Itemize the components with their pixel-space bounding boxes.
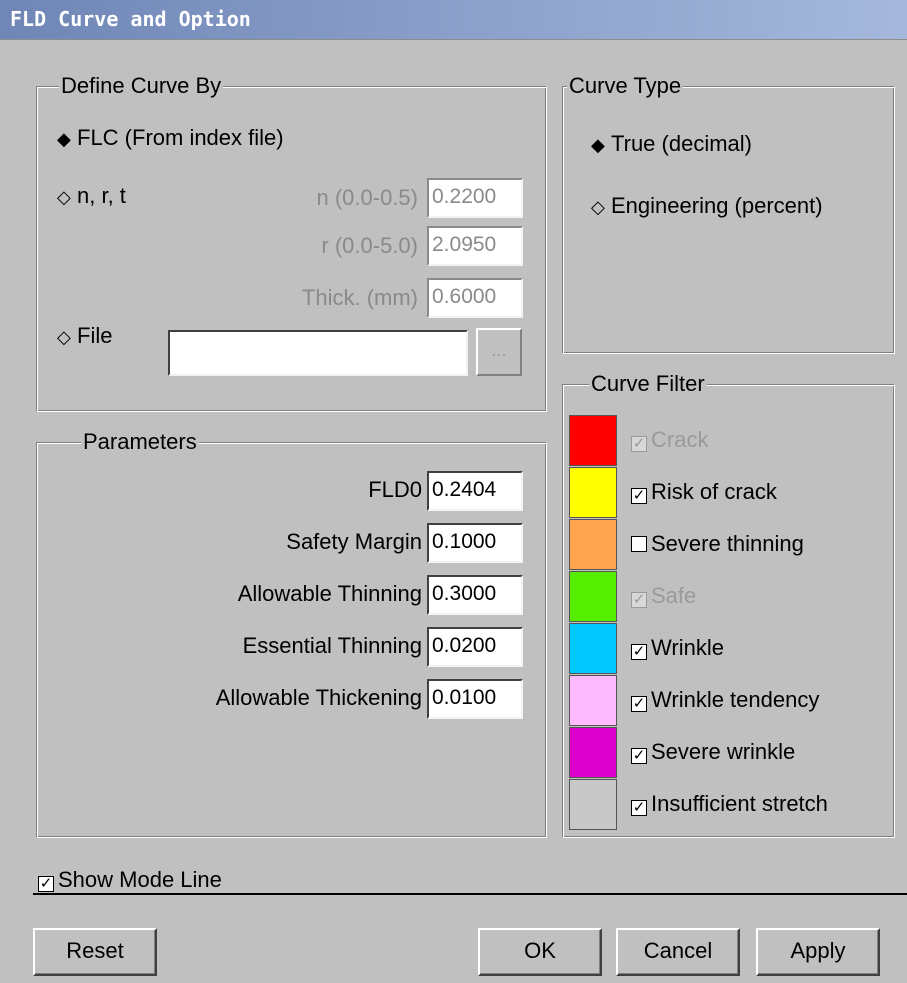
param-label: Allowable Thickening	[215, 685, 422, 710]
color-swatch-insufficient-stretch	[569, 779, 617, 830]
essential-thinning-input[interactable]: 0.0200	[427, 627, 523, 667]
title-bar: FLD Curve and Option	[0, 0, 907, 40]
define-curve-legend: Define Curve By	[59, 72, 224, 100]
filter-label: Risk of crack	[651, 479, 777, 504]
curve-type-legend: Curve Type	[567, 72, 684, 100]
allowable-thickening-input[interactable]: 0.0100	[427, 679, 523, 719]
radio-file-label: File	[77, 323, 113, 348]
ok-button[interactable]: OK	[478, 928, 602, 976]
apply-button[interactable]: Apply	[756, 928, 880, 976]
show-mode-line-checkbox[interactable]: ✓ Show Mode Line	[38, 866, 222, 894]
filter-checkbox-severe-wrinkle[interactable]: ✓ Severe wrinkle	[631, 737, 795, 767]
checkbox-checked-icon: ✓	[38, 875, 54, 892]
param-label: Essential Thinning	[242, 633, 422, 658]
color-swatch-severe-wrinkle	[569, 727, 617, 778]
checkbox-checked-icon: ✓	[631, 695, 647, 712]
radio-unselected-icon: ◇	[591, 197, 605, 217]
color-swatch-wrinkle	[569, 623, 617, 674]
checkbox-checked-icon: ✓	[631, 799, 647, 816]
radio-engineering-label: Engineering (percent)	[611, 193, 823, 218]
color-swatch-risk-of-crack	[569, 467, 617, 518]
color-swatch-safe	[569, 571, 617, 622]
thick-input[interactable]: 0.6000	[427, 278, 523, 318]
separator-line	[33, 893, 907, 895]
filter-checkbox-severe-thinning[interactable]: Severe thinning	[631, 529, 804, 559]
filter-label: Wrinkle tendency	[651, 687, 820, 712]
radio-nrt-label: n, r, t	[77, 183, 126, 208]
show-mode-line-label: Show Mode Line	[58, 867, 222, 892]
radio-selected-icon: ◆	[591, 135, 605, 155]
filter-label: Safe	[651, 583, 697, 608]
r-input[interactable]: 2.0950	[427, 226, 523, 266]
radio-file[interactable]: ◇ File	[57, 323, 112, 349]
filter-checkbox-safe: ✓ Safe	[631, 581, 696, 611]
safety-margin-input[interactable]: 0.1000	[427, 523, 523, 563]
color-swatch-severe-thinning	[569, 519, 617, 570]
checkbox-checked-icon: ✓	[631, 435, 647, 452]
fld0-input[interactable]: 0.2404	[427, 471, 523, 511]
cancel-button[interactable]: Cancel	[616, 928, 740, 976]
param-label: FLD0	[368, 477, 422, 502]
curve-type-group: Curve Type ◆ True (decimal) ◇ Engineering …	[562, 72, 895, 354]
radio-flc-label: FLC (From index file)	[77, 125, 284, 150]
radio-unselected-icon: ◇	[57, 327, 71, 347]
radio-true[interactable]: ◆ True (decimal)	[591, 131, 752, 157]
curve-filter-group: Curve Filter ✓ Crack ✓ Risk of crack Severe …	[562, 370, 895, 838]
n-input[interactable]: 0.2200	[427, 178, 523, 218]
filter-label: Wrinkle	[651, 635, 724, 660]
radio-nrt[interactable]: ◇ n, r, t	[57, 183, 126, 209]
radio-selected-icon: ◆	[57, 129, 71, 149]
param-label: Allowable Thinning	[237, 581, 422, 606]
allowable-thinning-input[interactable]: 0.3000	[427, 575, 523, 615]
filter-label: Severe wrinkle	[651, 739, 796, 764]
curve-filter-legend: Curve Filter	[589, 370, 707, 398]
filter-label: Severe thinning	[651, 531, 804, 556]
browse-button[interactable]: ...	[476, 328, 522, 376]
filter-checkbox-risk-of-crack[interactable]: ✓ Risk of crack	[631, 477, 777, 507]
radio-unselected-icon: ◇	[57, 187, 71, 207]
r-label: r (0.0-5.0)	[321, 233, 418, 258]
thick-label: Thick. (mm)	[301, 285, 418, 310]
filter-checkbox-insufficient-stretch[interactable]: ✓ Insufficient stretch	[631, 789, 828, 819]
param-label: Safety Margin	[286, 529, 422, 554]
window-title: FLD Curve and Option	[10, 7, 251, 31]
fld-curve-dialog: FLD Curve and Option Define Curve By ◆ FL…	[0, 0, 907, 983]
checkbox-checked-icon: ✓	[631, 747, 647, 764]
radio-true-label: True (decimal)	[611, 131, 752, 156]
checkbox-checked-icon: ✓	[631, 487, 647, 504]
color-swatch-crack	[569, 415, 617, 466]
checkbox-checked-icon: ✓	[631, 643, 647, 660]
checkbox-unchecked-icon	[631, 536, 647, 552]
checkbox-checked-icon: ✓	[631, 591, 647, 608]
parameters-group: Parameters FLD0 0.2404 Safety Margin 0.1…	[36, 428, 547, 838]
radio-engineering[interactable]: ◇ Engineering (percent)	[591, 193, 823, 219]
file-path-input[interactable]	[168, 330, 468, 376]
n-label: n (0.0-0.5)	[316, 185, 419, 210]
filter-label: Crack	[651, 427, 709, 452]
radio-flc[interactable]: ◆ FLC (From index file)	[57, 125, 284, 151]
filter-checkbox-crack: ✓ Crack	[631, 425, 708, 455]
filter-checkbox-wrinkle[interactable]: ✓ Wrinkle	[631, 633, 724, 663]
filter-checkbox-wrinkle-tendency[interactable]: ✓ Wrinkle tendency	[631, 685, 819, 715]
filter-label: Insufficient stretch	[651, 791, 828, 816]
color-swatch-wrinkle-tendency	[569, 675, 617, 726]
parameters-legend: Parameters	[81, 428, 199, 456]
reset-button[interactable]: Reset	[33, 928, 157, 976]
